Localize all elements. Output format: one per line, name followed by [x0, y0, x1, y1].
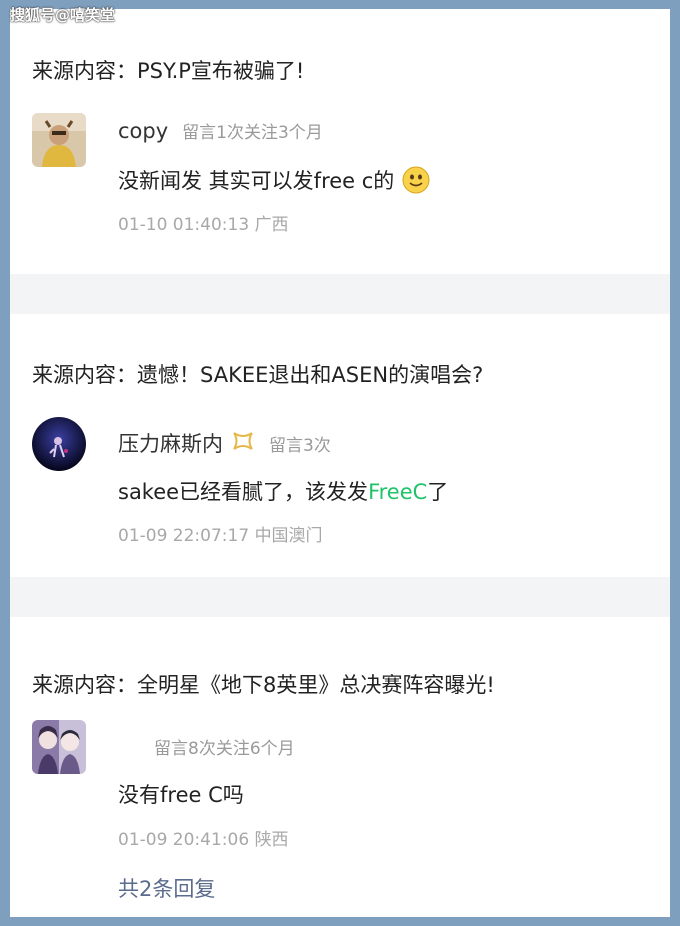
comment-feed: 来源内容：PSY.P宣布被骗了! copy 留言1次 关注3个月 没新闻发 其实… — [10, 9, 670, 917]
follow-duration: 关注6个月 — [215, 739, 295, 759]
comment-time: 01-09 20:41:06 — [118, 830, 250, 850]
timestamp: 01-09 20:41:06 陕西 — [118, 825, 289, 850]
watermark: 搜狐号@嘻笑堂 — [10, 6, 116, 24]
source-title[interactable]: 来源内容：全明星《地下8英里》总决赛阵容曝光! — [32, 669, 495, 699]
comment-text: 没有free C吗 — [118, 783, 244, 807]
source-title[interactable]: 来源内容：PSY.P宣布被骗了! — [32, 55, 304, 85]
comment-time: 01-09 22:07:17 — [118, 526, 250, 546]
follow-duration: 关注3个月 — [243, 123, 323, 143]
avatar[interactable] — [32, 113, 86, 167]
comment-time: 01-10 01:40:13 — [118, 215, 250, 235]
comment-body: sakee已经看腻了，该发发 — [118, 480, 369, 504]
smiley-emoji-icon — [402, 166, 430, 194]
avatar[interactable] — [32, 720, 86, 774]
comment-text: sakee已经看腻了，该发发FreeC了 — [118, 476, 448, 506]
comment-card: 来源内容：PSY.P宣布被骗了! copy 留言1次 关注3个月 没新闻发 其实… — [10, 9, 670, 274]
view-replies-link[interactable]: 共2条回复 — [118, 873, 215, 903]
comment-count: 留言3次 — [269, 436, 331, 456]
comment-location: 陕西 — [254, 830, 289, 850]
gold-ribbon-badge-icon — [233, 432, 253, 450]
comment-card: 来源内容：全明星《地下8英里》总决赛阵容曝光! 留言8次 关注6个月 没有fre… — [10, 617, 670, 917]
avatar-image — [32, 113, 86, 167]
avatar-image — [32, 720, 86, 774]
avatar-image — [32, 417, 86, 471]
timestamp: 01-09 22:07:17 中国澳门 — [118, 521, 323, 546]
timestamp: 01-10 01:40:13 广西 — [118, 210, 289, 235]
username[interactable]: 压力麻斯内 — [118, 428, 223, 458]
username[interactable]: copy — [118, 119, 168, 143]
comment-location: 广西 — [254, 215, 289, 235]
comment-highlight: FreeC — [368, 480, 428, 504]
comment-location: 中国澳门 — [254, 526, 323, 546]
comment-count: 留言1次 — [182, 123, 244, 143]
comment-text: 没新闻发 其实可以发free c的 — [118, 165, 430, 195]
comment-body: 没新闻发 其实可以发free c的 — [118, 169, 395, 193]
source-title[interactable]: 来源内容：遗憾！SAKEE退出和ASEN的演唱会? — [32, 359, 483, 389]
comment-card: 来源内容：遗憾！SAKEE退出和ASEN的演唱会? 压力麻斯内 留言3次 sak… — [10, 314, 670, 577]
comment-body-end: 了 — [427, 480, 449, 504]
comment-count: 留言8次 — [154, 739, 216, 759]
avatar[interactable] — [32, 417, 86, 471]
